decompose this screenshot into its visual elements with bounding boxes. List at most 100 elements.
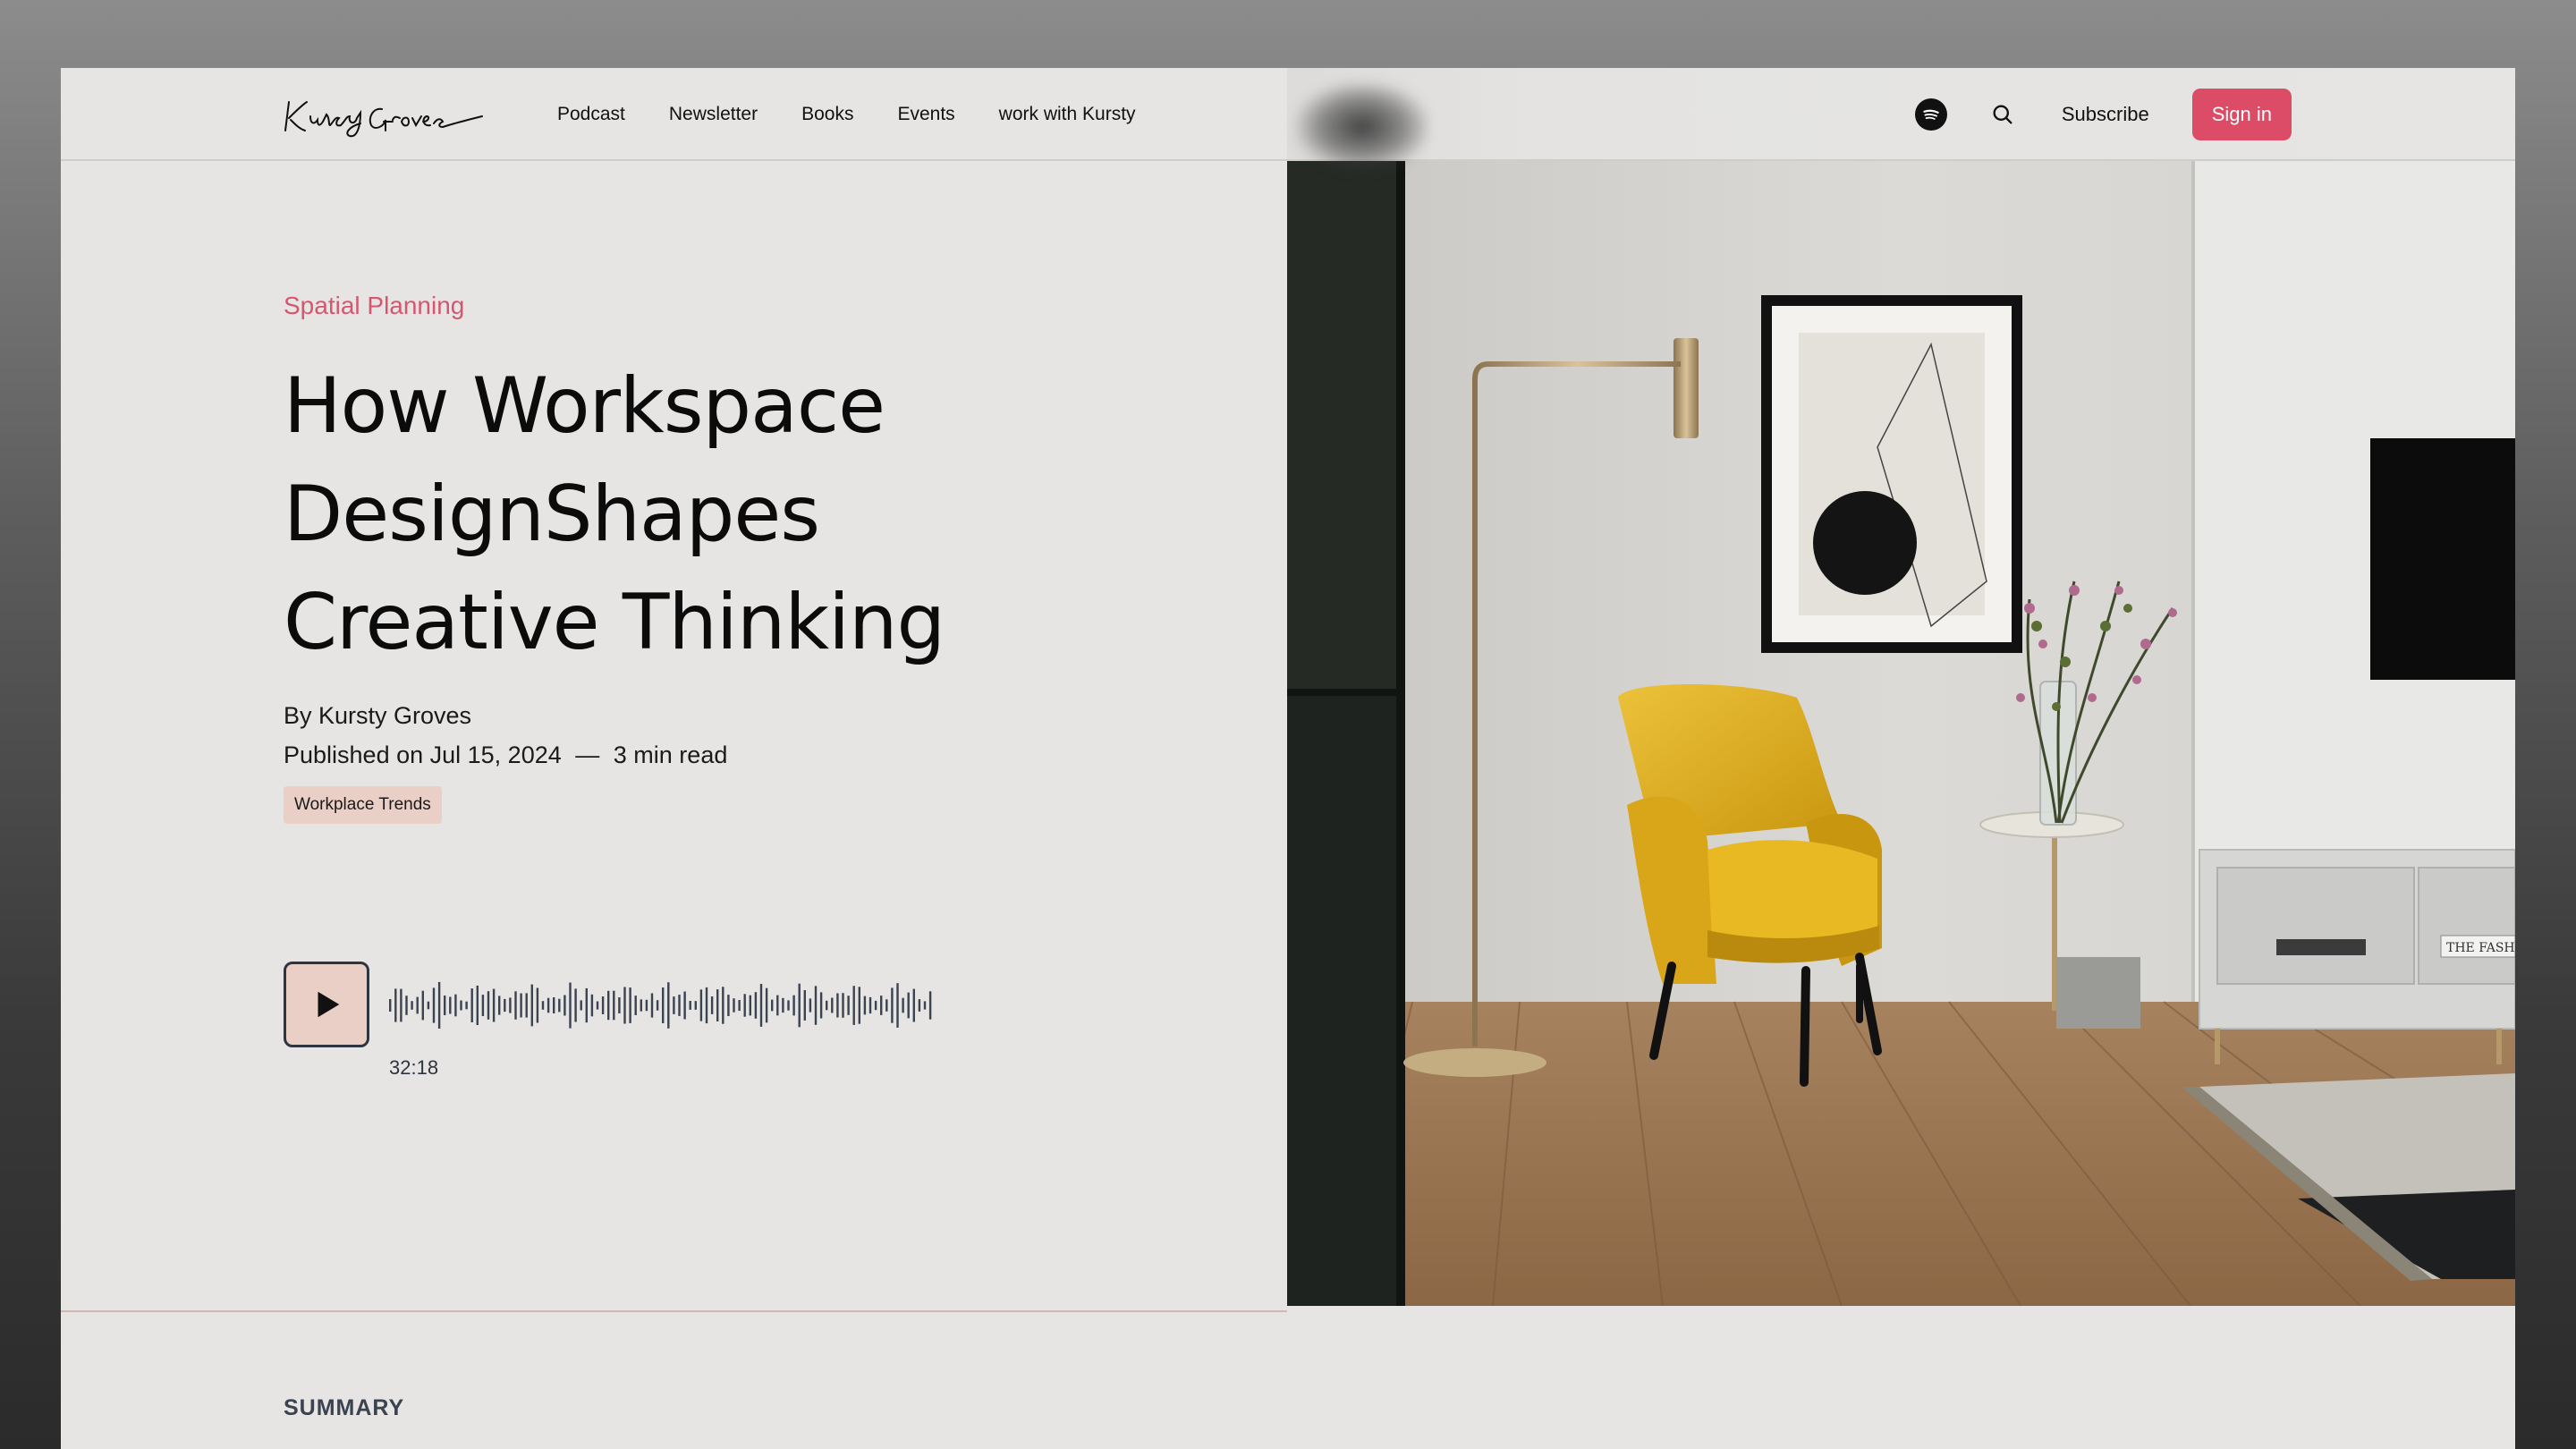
waveform-bar <box>498 996 501 1015</box>
read-time: 3 min read <box>613 741 728 768</box>
waveform-bar <box>427 1001 430 1010</box>
waveform-bar <box>869 996 872 1014</box>
subscribe-link[interactable]: Subscribe <box>2062 103 2149 126</box>
article-category[interactable]: Spatial Planning <box>284 292 464 320</box>
waveform-bar <box>896 983 899 1028</box>
waveform-bar <box>798 983 801 1028</box>
nav-newsletter[interactable]: Newsletter <box>669 104 758 125</box>
nav-events[interactable]: Events <box>897 104 954 125</box>
waveform-bar <box>912 988 915 1022</box>
waveform-bar <box>722 987 724 1024</box>
play-button[interactable] <box>284 962 369 1047</box>
waveform-bar <box>613 990 615 1021</box>
waveform-bar <box>525 993 528 1018</box>
waveform-bar <box>918 999 921 1012</box>
waveform-bar <box>689 1001 691 1010</box>
waveform-bar <box>421 990 424 1021</box>
waveform-bar <box>782 997 784 1013</box>
waveform-bar <box>389 999 392 1012</box>
byline-separator: — <box>575 741 600 768</box>
waveform-bar <box>819 992 823 1019</box>
main-nav: Podcast Newsletter Books Events work wit… <box>557 68 1180 161</box>
waveform-bar <box>716 989 719 1021</box>
waveform-bar <box>826 1000 828 1011</box>
waveform-bar <box>694 1001 697 1010</box>
waveform-bar <box>765 987 768 1023</box>
waveform-bar <box>476 985 479 1025</box>
waveform-bar <box>814 986 818 1025</box>
waveform-bar <box>656 1000 659 1011</box>
article-tag[interactable]: Workplace Trends <box>284 786 442 824</box>
waveform-bar <box>640 999 642 1012</box>
waveform-bar <box>776 995 779 1016</box>
waveform-bar <box>847 996 850 1015</box>
waveform-bar <box>705 987 708 1024</box>
spotify-icon[interactable] <box>1914 98 1947 131</box>
sign-in-button[interactable]: Sign in <box>2191 89 2292 140</box>
waveform-bar <box>902 997 904 1013</box>
waveform-bar <box>738 1000 741 1012</box>
waveform-bar <box>662 987 665 1023</box>
waveform-bar <box>673 996 675 1014</box>
waveform-bar <box>743 994 746 1017</box>
waveform-bar <box>629 987 631 1023</box>
waveform-bar <box>667 982 670 1029</box>
waveform-bar <box>792 995 795 1016</box>
title-line-2: DesignShapes <box>284 470 820 559</box>
waveform-bar <box>771 999 774 1012</box>
waveform-bar <box>454 994 457 1017</box>
waveform-bar <box>569 982 572 1029</box>
nav-podcast[interactable]: Podcast <box>557 104 625 125</box>
waveform-bar <box>863 996 867 1015</box>
waveform-bar <box>650 993 654 1018</box>
audio-player: 32:18 <box>284 962 963 1079</box>
waveform-bar <box>645 999 648 1012</box>
waveform-bar <box>405 996 408 1015</box>
waveform-bar <box>858 987 860 1024</box>
article-byline: By Kursty Groves Published on Jul 15, 20… <box>284 696 727 775</box>
waveform-bar <box>394 988 397 1022</box>
waveform-bar <box>416 996 419 1014</box>
waveform-bar <box>585 987 588 1023</box>
hero-image: THE FASH <box>1287 161 2515 1306</box>
waveform-bar <box>596 1001 599 1010</box>
site-logo[interactable] <box>284 91 489 140</box>
waveform-bar <box>504 998 506 1013</box>
waveform-bar <box>809 998 812 1013</box>
waveform-bar <box>787 1000 790 1011</box>
waveform-bar <box>520 993 522 1018</box>
waveform-bar <box>530 984 533 1027</box>
nav-work-with-kursty[interactable]: work with Kursty <box>999 104 1136 125</box>
author: By Kursty Groves <box>284 702 472 729</box>
waveform-bar <box>541 1001 545 1010</box>
waveform-bar <box>481 995 485 1016</box>
waveform-bar <box>509 997 512 1013</box>
waveform-bar <box>891 987 894 1023</box>
summary-heading: SUMMARY <box>284 1395 405 1420</box>
waveform-bar <box>558 998 561 1013</box>
waveform-bar <box>831 997 834 1013</box>
article-title: How Workspace DesignShapes Creative Thin… <box>284 352 1089 677</box>
waveform-bar <box>907 992 910 1019</box>
site-header: Podcast Newsletter Books Events work wit… <box>61 68 1287 161</box>
waveform-bar <box>880 996 883 1015</box>
waveform-bar <box>683 991 686 1020</box>
waveform-bar <box>574 988 577 1022</box>
header-actions-bar <box>1287 68 2515 161</box>
nav-books[interactable]: Books <box>801 104 853 125</box>
waveform-bar <box>710 996 714 1014</box>
waveform-bar <box>470 988 473 1022</box>
waveform-bar <box>754 992 758 1019</box>
waveform-bar <box>836 993 839 1018</box>
waveform-bar <box>733 998 735 1013</box>
waveform-bar <box>759 984 763 1027</box>
audio-duration: 32:18 <box>389 1056 439 1079</box>
section-divider <box>61 1310 1287 1312</box>
audio-waveform[interactable] <box>389 981 935 1030</box>
publish-date: Published on Jul 15, 2024 <box>284 741 562 768</box>
waveform-bar <box>928 991 932 1020</box>
search-icon[interactable] <box>1987 98 2019 131</box>
waveform-bar <box>514 991 517 1020</box>
waveform-bar <box>618 997 621 1013</box>
waveform-bar <box>553 997 555 1013</box>
